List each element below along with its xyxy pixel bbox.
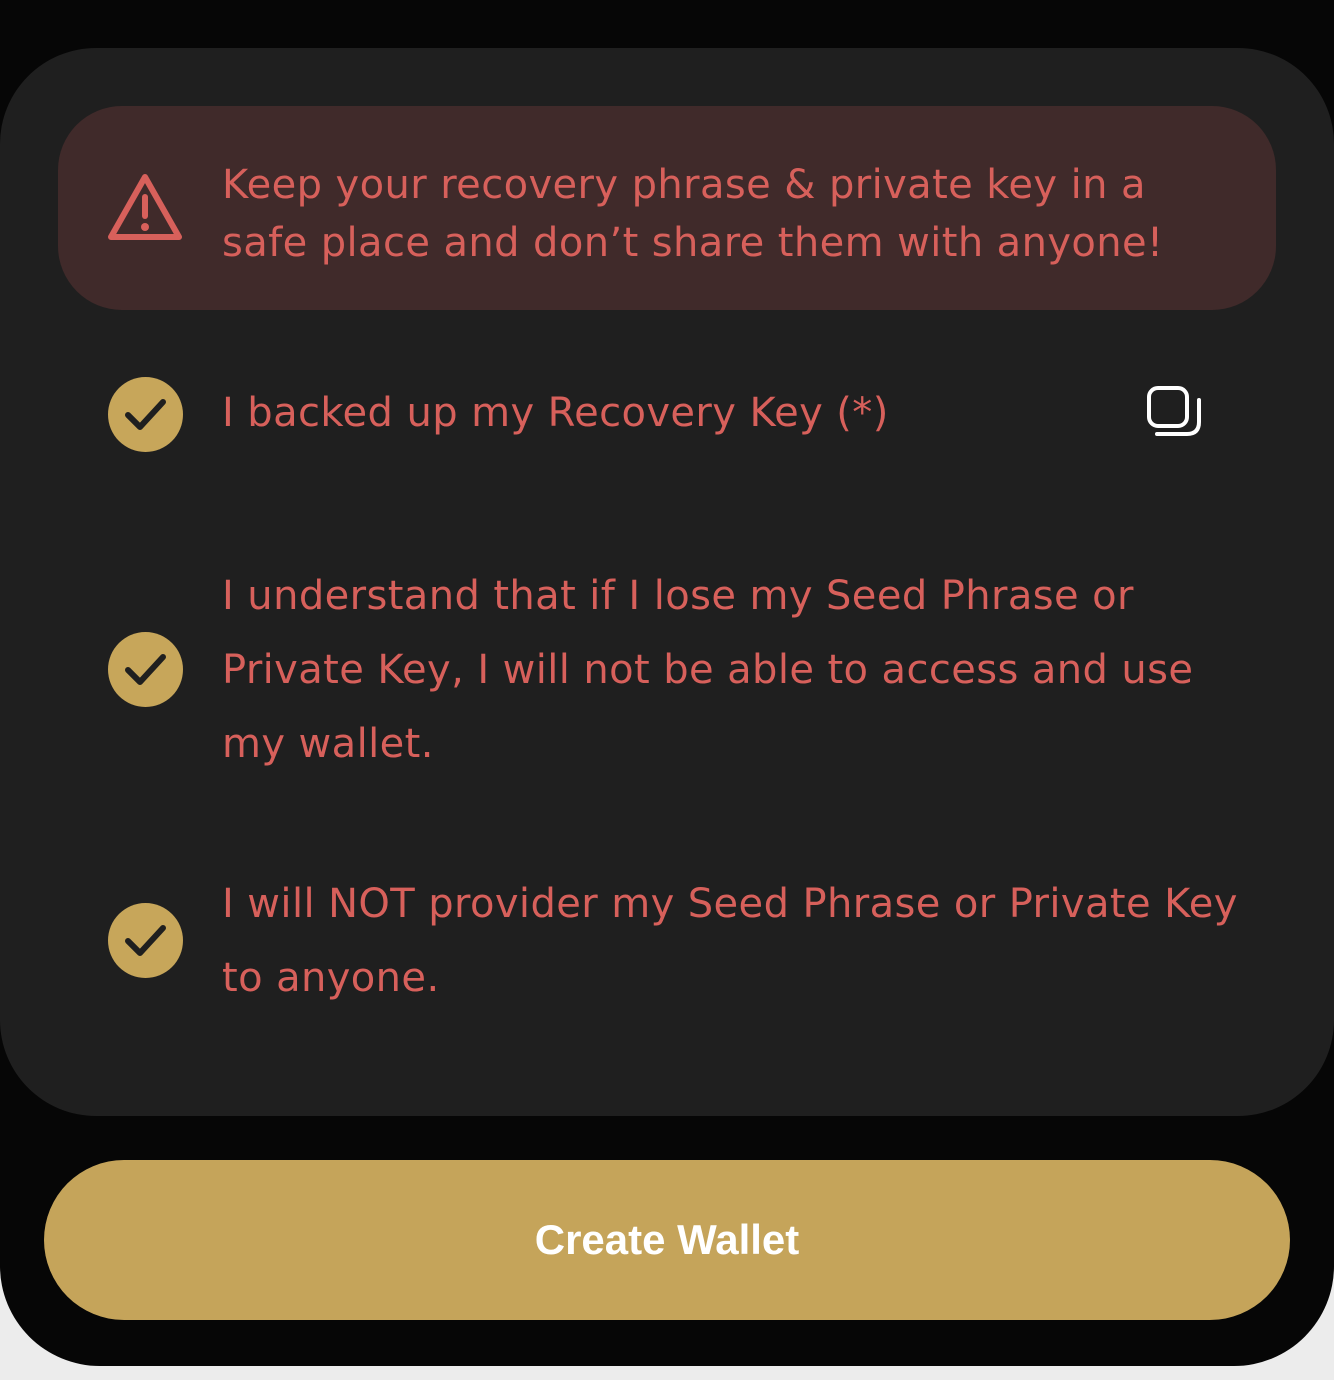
check-circle-icon bbox=[125, 399, 166, 430]
checklist-item-1-checkbox[interactable] bbox=[108, 377, 183, 452]
warning-message: Keep your recovery phrase & private key … bbox=[222, 162, 1164, 266]
copy-icon[interactable] bbox=[1146, 385, 1202, 441]
checklist-item-2-label: I understand that if I lose my Seed Phra… bbox=[222, 573, 1194, 767]
checklist-item-3-checkbox[interactable] bbox=[108, 903, 183, 978]
checklist-item-1-label: I backed up my Recovery Key (*) bbox=[222, 390, 889, 436]
wallet-backup-screen: Keep your recovery phrase & private key … bbox=[0, 0, 1334, 1366]
checklist-item-2-checkbox[interactable] bbox=[108, 632, 183, 707]
create-wallet-button[interactable]: Create Wallet bbox=[44, 1160, 1290, 1320]
check-circle-icon bbox=[125, 654, 166, 685]
checklist-item-3-label: I will NOT provider my Seed Phrase or Pr… bbox=[222, 881, 1238, 1001]
check-circle-icon bbox=[125, 925, 166, 956]
warning-triangle-icon bbox=[108, 174, 182, 240]
